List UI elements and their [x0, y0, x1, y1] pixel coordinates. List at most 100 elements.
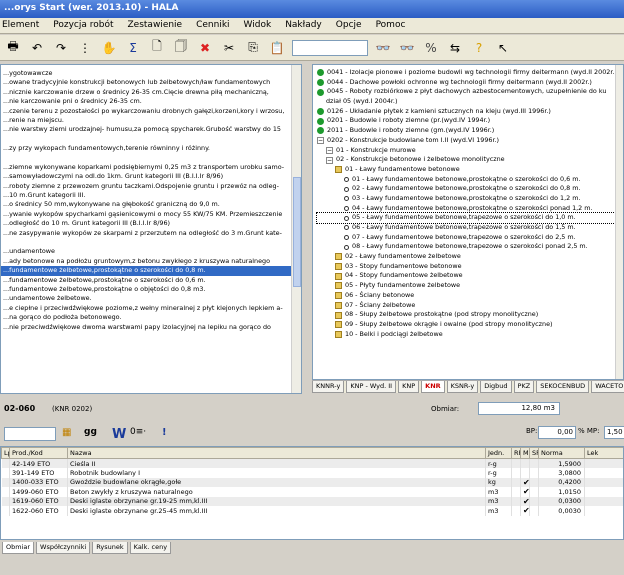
- tree-item[interactable]: 09 - Słupy żelbetowe okrągłe i owalne (p…: [317, 320, 617, 330]
- menu-item-5[interactable]: Nakłady: [285, 20, 322, 31]
- mp-field[interactable]: 1,50: [604, 426, 624, 439]
- scrollbar-thumb[interactable]: [293, 177, 301, 287]
- catalog-tab[interactable]: Digbud: [480, 381, 512, 393]
- menu-item-7[interactable]: Pomoc: [376, 20, 406, 31]
- delete-icon[interactable]: ✖: [196, 39, 214, 57]
- tree-item[interactable]: −02 - Konstrukcje betonowe i żelbetowe m…: [317, 155, 617, 165]
- copy-icon[interactable]: ⎘: [244, 39, 262, 57]
- table-row[interactable]: 1400-033 ETO Gwoździe budowlane okrągłe,g…: [1, 477, 623, 487]
- menu-item-1[interactable]: Pozycja robót: [53, 20, 113, 31]
- tree-item[interactable]: 0044 - Dachowe powłoki ochronne wg techn…: [317, 78, 617, 88]
- page-copy-icon[interactable]: 🗍: [172, 39, 190, 57]
- grid-header[interactable]: Prod./Kod: [9, 447, 68, 459]
- tree-scrollbar[interactable]: [615, 65, 623, 379]
- catalog-tab[interactable]: KNP - Wyd. II: [346, 381, 397, 393]
- tree-item[interactable]: 06 - Ławy fundamentowe betonowe,trapezow…: [317, 223, 617, 233]
- percent-icon[interactable]: %: [422, 39, 440, 57]
- whats-this-icon[interactable]: ↖: [494, 39, 512, 57]
- tree-item[interactable]: 03 - Stopy fundamentowe betonowe: [317, 262, 617, 272]
- tree-item[interactable]: 08 - Słupy żelbetowe prostokątne (pod st…: [317, 310, 617, 320]
- undo-icon[interactable]: ↶: [28, 39, 46, 57]
- expand-icon[interactable]: −: [326, 146, 333, 154]
- binoculars-next-icon[interactable]: 👓: [398, 39, 416, 57]
- catalog-tab[interactable]: PKZ: [513, 381, 535, 393]
- grid-header[interactable]: Jedn.: [485, 447, 512, 459]
- binoculars-icon[interactable]: 👓: [374, 39, 392, 57]
- obmiar-field[interactable]: 12,80 m3: [478, 402, 560, 415]
- table-row[interactable]: 42-149 ETOCieśla IIr-g 1,590024,4: [1, 458, 623, 468]
- description-scrollbar[interactable]: [291, 65, 301, 393]
- tree-item[interactable]: 0041 - Izolacje pionowe i poziome budowl…: [317, 68, 617, 78]
- tree-item[interactable]: 07 - Ściany żelbetowe: [317, 301, 617, 311]
- menu-item-0[interactable]: Element: [2, 20, 39, 31]
- catalog-tree[interactable]: 0041 - Izolacje pionowe i poziome budowl…: [312, 64, 624, 380]
- menu-item-2[interactable]: Zestawienie: [128, 20, 183, 31]
- gg-icon[interactable]: gg: [84, 427, 97, 437]
- table-row[interactable]: 1622-060 ETO Deski iglaste obrzynane gr.2…: [1, 506, 623, 516]
- page-icon[interactable]: 🗋: [148, 39, 166, 57]
- bottom-tab[interactable]: Rysunek: [92, 542, 128, 554]
- grid-header[interactable]: Norma: [538, 447, 585, 459]
- tree-item[interactable]: 07 - Ławy fundamentowe betonowe,trapezow…: [317, 233, 617, 243]
- grid-header[interactable]: Nazwa: [67, 447, 486, 459]
- bp-field[interactable]: 0,00: [538, 426, 576, 439]
- sum-icon[interactable]: Σ: [124, 39, 142, 57]
- catalog-tab[interactable]: SEKOCENBUD: [536, 381, 590, 393]
- tree-item[interactable]: 2011 - Budowle i roboty ziemne (gm.(wyd.…: [317, 126, 617, 136]
- tree-item[interactable]: 0045 - Roboty rozbiórkowe z płyt dachowy…: [317, 87, 617, 97]
- hand-icon[interactable]: ✋: [100, 39, 118, 57]
- tree-item[interactable]: dział 05 (wyd.I 2004r.): [317, 97, 617, 107]
- tree-item[interactable]: −0202 - Konstrukcje budowlane tom I.II (…: [317, 136, 617, 146]
- tree-item[interactable]: 02 - Ławy fundamentowe betonowe,prostoką…: [317, 184, 617, 194]
- menu-item-6[interactable]: Opcje: [336, 20, 362, 31]
- w-icon[interactable]: W: [112, 427, 126, 442]
- table-row[interactable]: 1499-060 ETO Beton zwykły z kruszywa natu…: [1, 487, 623, 497]
- table-row[interactable]: 391-149 ETO Robotnik budowlany Ir-g 3,0800…: [1, 468, 623, 478]
- calculator-icon[interactable]: ▦: [62, 427, 71, 438]
- tree-item[interactable]: 02 - Ławy fundamentowe żelbetowe: [317, 252, 617, 262]
- table-row[interactable]: 1619-060 ETO Deski iglaste obrzynane gr.1…: [1, 496, 623, 506]
- resource-search-input[interactable]: [4, 427, 56, 441]
- tree-item[interactable]: 04 - Stopy fundamentowe żelbetowe: [317, 271, 617, 281]
- tree-item[interactable]: 06 - Ściany betonowe: [317, 291, 617, 301]
- toolbar-select[interactable]: [292, 39, 368, 56]
- resources-grid[interactable]: Lp.Prod./KodNazwaJedn.RPMPSPNormaLek 42-…: [0, 446, 624, 540]
- cut-icon[interactable]: ✂: [220, 39, 238, 57]
- bottom-tab[interactable]: Współczynniki: [36, 542, 91, 554]
- tree-item[interactable]: 0201 - Budowle i roboty ziemne (pr.(wyd.…: [317, 116, 617, 126]
- grid-header[interactable]: RP: [511, 447, 521, 459]
- grid-header[interactable]: Lek: [584, 447, 623, 459]
- printer-icon[interactable]: 🖶: [4, 39, 22, 57]
- grid-header[interactable]: MP: [520, 447, 530, 459]
- tree-item[interactable]: 01 - Ławy fundamentowe betonowe: [317, 165, 617, 175]
- grid-header[interactable]: Lp.: [1, 447, 10, 459]
- tree-icon[interactable]: ⋮: [76, 39, 94, 57]
- tree-item[interactable]: 10 - Belki i podciągi żelbetowe: [317, 330, 617, 340]
- bottom-tab[interactable]: Kalk. ceny: [129, 542, 172, 554]
- catalog-tab[interactable]: KNR: [421, 381, 445, 393]
- menu-item-3[interactable]: Cenniki: [196, 20, 229, 31]
- redo-icon[interactable]: ↷: [52, 39, 70, 57]
- catalog-tab[interactable]: WACETOB: [591, 381, 624, 393]
- tree-item[interactable]: 05 - Ławy fundamentowe betonowe,trapezow…: [316, 212, 618, 224]
- catalog-tab[interactable]: KNNR-y: [312, 381, 345, 393]
- expand-icon[interactable]: −: [326, 156, 333, 164]
- bottom-tab[interactable]: Obmiar: [2, 542, 35, 554]
- tree-item[interactable]: 04 - Ławy fundamentowe betonowe,prostoką…: [317, 204, 617, 214]
- zero-icon[interactable]: 0≡·: [130, 427, 146, 437]
- tree-item[interactable]: 08 - Ławy fundamentowe betonowe,trapezow…: [317, 242, 617, 252]
- paste-icon[interactable]: 📋: [268, 39, 286, 57]
- tree-item[interactable]: 0126 - Układanie płytek z kamieni sztucz…: [317, 107, 617, 117]
- menu-item-4[interactable]: Widok: [244, 20, 272, 31]
- catalog-tab[interactable]: KSNR-y: [446, 381, 479, 393]
- exclamation-icon[interactable]: !: [162, 427, 167, 438]
- description-pane[interactable]: ...ygotowawcze ...owane tradycyjnie konst…: [0, 64, 302, 394]
- catalog-tab[interactable]: KNP: [398, 381, 420, 393]
- grid-header[interactable]: SP: [529, 447, 539, 459]
- help-icon[interactable]: ?: [470, 39, 488, 57]
- replace-icon[interactable]: ⇆: [446, 39, 464, 57]
- tree-item[interactable]: 01 - Ławy fundamentowe betonowe,prostoką…: [317, 175, 617, 185]
- tree-item[interactable]: 05 - Płyty fundamentowe żelbetowe: [317, 281, 617, 291]
- tree-item[interactable]: −01 - Konstrukcje murowe: [317, 146, 617, 156]
- tree-item[interactable]: 03 - Ławy fundamentowe betonowe,prostoką…: [317, 194, 617, 204]
